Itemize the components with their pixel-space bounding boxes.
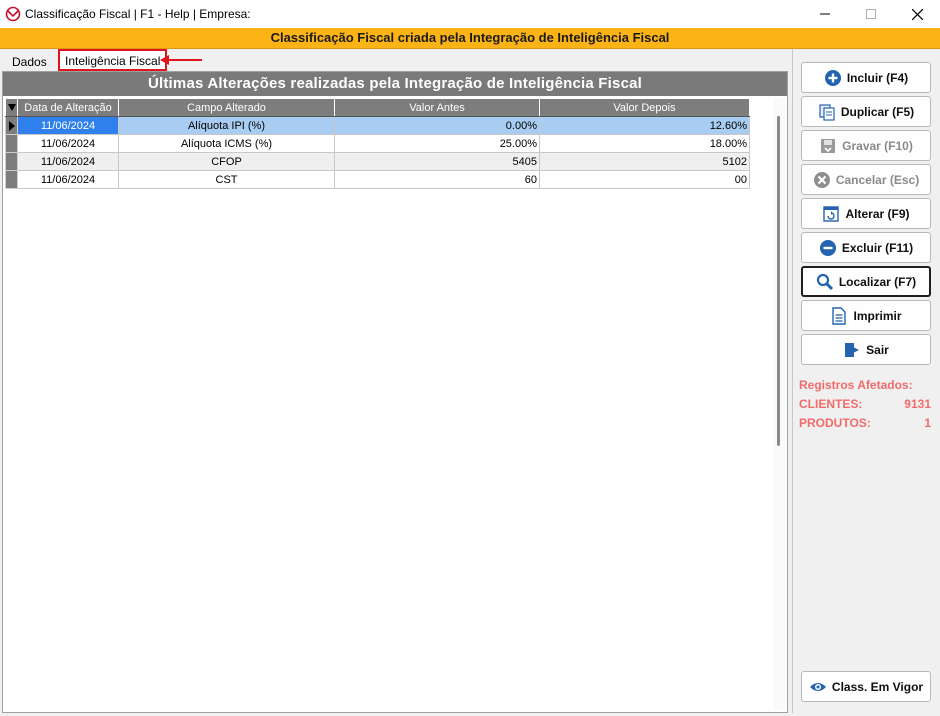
header-banner: Classificação Fiscal criada pela Integra… xyxy=(0,28,940,49)
tab-inteligencia-fiscal[interactable]: Inteligência Fiscal xyxy=(58,49,168,71)
tab-dados[interactable]: Dados xyxy=(6,53,53,72)
table-row[interactable]: 11/06/2024 Alíquota ICMS (%) 25.00% 18.0… xyxy=(5,134,750,153)
column-valor-depois[interactable]: Valor Depois xyxy=(539,98,750,117)
cancel-circle-icon xyxy=(813,171,831,189)
row-indicator xyxy=(5,170,18,189)
cell-data[interactable]: 11/06/2024 xyxy=(17,152,119,171)
imprimir-button[interactable]: Imprimir xyxy=(801,300,931,331)
gravar-label: Gravar (F10) xyxy=(842,138,913,153)
produtos-label: PRODUTOS: xyxy=(799,416,871,430)
vertical-scrollbar[interactable] xyxy=(773,98,786,710)
affected-records: Registros Afetados: CLIENTES: 9131 PRODU… xyxy=(799,376,931,433)
cancelar-button[interactable]: Cancelar (Esc) xyxy=(801,164,931,195)
document-icon xyxy=(830,306,848,325)
cell-data[interactable]: 11/06/2024 xyxy=(17,116,119,135)
action-sidebar: Incluir (F4) Duplicar (F5) Gravar (F10) … xyxy=(792,49,939,713)
row-indicator xyxy=(5,134,18,153)
annotation-arrow-icon xyxy=(160,55,202,65)
cell-campo[interactable]: Alíquota ICMS (%) xyxy=(118,134,335,153)
table-row[interactable]: 11/06/2024 CFOP 5405 5102 xyxy=(5,152,750,171)
cell-antes[interactable]: 60 xyxy=(334,170,540,189)
window-title: Classificação Fiscal | F1 - Help | Empre… xyxy=(25,7,251,21)
minus-circle-icon xyxy=(819,239,837,257)
excluir-button[interactable]: Excluir (F11) xyxy=(801,232,931,263)
clientes-value: 9131 xyxy=(904,397,931,411)
incluir-label: Incluir (F4) xyxy=(846,70,909,85)
cell-antes[interactable]: 25.00% xyxy=(334,134,540,153)
clientes-label: CLIENTES: xyxy=(799,397,863,411)
column-campo-alterado[interactable]: Campo Alterado xyxy=(118,98,335,117)
grid-title: Últimas Alterações realizadas pela Integ… xyxy=(3,72,787,96)
cell-data[interactable]: 11/06/2024 xyxy=(17,170,119,189)
maximize-icon xyxy=(866,9,876,19)
title-bar: Classificação Fiscal | F1 - Help | Empre… xyxy=(0,0,940,28)
cell-data[interactable]: 11/06/2024 xyxy=(17,134,119,153)
edit-refresh-icon xyxy=(822,205,840,223)
copy-icon xyxy=(818,103,836,121)
cell-campo[interactable]: Alíquota IPI (%) xyxy=(118,116,335,135)
cell-depois[interactable]: 00 xyxy=(539,170,750,189)
cell-campo[interactable]: CST xyxy=(118,170,335,189)
localizar-button[interactable]: Localizar (F7) xyxy=(801,266,931,297)
class-em-vigor-label: Class. Em Vigor xyxy=(831,679,924,694)
changes-grid: Data de Alteração Campo Alterado Valor A… xyxy=(5,98,750,189)
current-row-icon xyxy=(9,120,15,131)
alterar-button[interactable]: Alterar (F9) xyxy=(801,198,931,229)
maximize-button[interactable] xyxy=(848,0,894,28)
tab-bar: Dados Inteligência Fiscal xyxy=(0,49,790,71)
close-button[interactable] xyxy=(894,0,940,28)
minimize-icon xyxy=(820,13,830,15)
cancelar-label: Cancelar (Esc) xyxy=(835,172,920,187)
column-valor-antes[interactable]: Valor Antes xyxy=(334,98,540,117)
affected-records-heading: Registros Afetados: xyxy=(799,378,913,392)
cell-depois[interactable]: 5102 xyxy=(539,152,750,171)
cell-depois[interactable]: 12.60% xyxy=(539,116,750,135)
alterar-label: Alterar (F9) xyxy=(845,206,910,221)
search-icon xyxy=(816,273,834,291)
sair-button[interactable]: Sair xyxy=(801,334,931,365)
row-indicator xyxy=(5,116,18,135)
localizar-label: Localizar (F7) xyxy=(838,274,917,289)
cell-depois[interactable]: 18.00% xyxy=(539,134,750,153)
imprimir-label: Imprimir xyxy=(853,308,902,323)
grid-header-indicator[interactable] xyxy=(5,98,18,117)
app-logo-icon xyxy=(5,6,21,22)
row-indicator xyxy=(5,152,18,171)
incluir-button[interactable]: Incluir (F4) xyxy=(801,62,931,93)
duplicar-label: Duplicar (F5) xyxy=(840,104,915,119)
plus-circle-icon xyxy=(824,69,842,87)
column-data-alteracao[interactable]: Data de Alteração xyxy=(17,98,119,117)
table-row[interactable]: 11/06/2024 CST 60 00 xyxy=(5,170,750,189)
produtos-value: 1 xyxy=(924,416,931,430)
duplicar-button[interactable]: Duplicar (F5) xyxy=(801,96,931,127)
save-icon xyxy=(819,137,837,155)
cell-antes[interactable]: 0.00% xyxy=(334,116,540,135)
cell-campo[interactable]: CFOP xyxy=(118,152,335,171)
class-em-vigor-button[interactable]: Class. Em Vigor xyxy=(801,671,931,702)
minimize-button[interactable] xyxy=(802,0,848,28)
sort-arrow-icon xyxy=(7,104,16,111)
exit-door-icon xyxy=(843,341,861,359)
close-icon xyxy=(911,8,923,20)
sair-label: Sair xyxy=(866,342,889,357)
scrollbar-thumb[interactable] xyxy=(777,116,780,446)
cell-antes[interactable]: 5405 xyxy=(334,152,540,171)
main-panel: Últimas Alterações realizadas pela Integ… xyxy=(2,71,788,713)
eye-icon xyxy=(809,678,827,696)
excluir-label: Excluir (F11) xyxy=(841,240,914,255)
table-row[interactable]: 11/06/2024 Alíquota IPI (%) 0.00% 12.60% xyxy=(5,116,750,135)
gravar-button[interactable]: Gravar (F10) xyxy=(801,130,931,161)
